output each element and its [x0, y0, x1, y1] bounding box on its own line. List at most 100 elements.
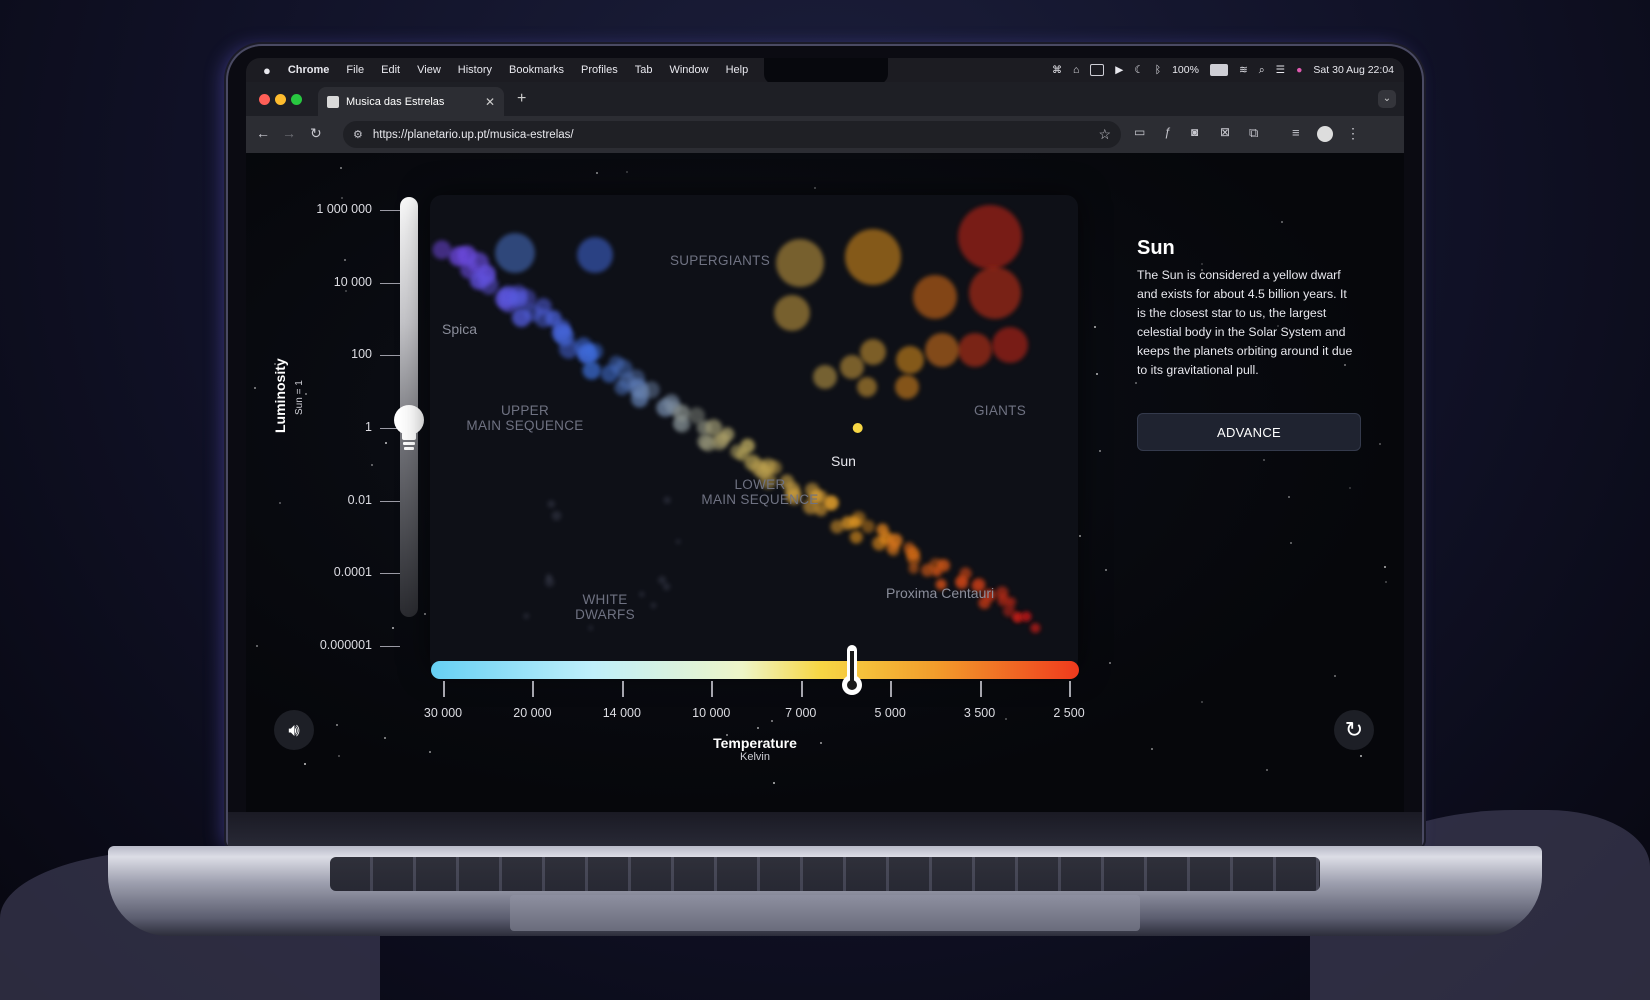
lock-icon[interactable]: ⌂ — [1073, 64, 1079, 76]
back-icon[interactable]: ← — [256, 125, 270, 141]
main-sequence-star[interactable] — [1030, 622, 1041, 634]
main-sequence-star[interactable] — [903, 542, 915, 554]
temperature-slider-track[interactable] — [431, 661, 1079, 679]
giant-star[interactable] — [857, 377, 877, 397]
forward-icon[interactable]: → — [282, 125, 296, 141]
reset-button[interactable]: ↻ — [1334, 710, 1374, 750]
main-sequence-star[interactable] — [479, 275, 499, 295]
white-dwarf-star[interactable] — [675, 539, 681, 545]
selected-star-sun[interactable] — [852, 423, 863, 433]
giant-star[interactable] — [776, 239, 824, 287]
main-sequence-star[interactable] — [750, 459, 768, 476]
main-sequence-star[interactable] — [510, 290, 528, 309]
address-bar[interactable]: ⚙ https://planetario.up.pt/musica-estrel… — [343, 121, 1121, 148]
close-tab-icon[interactable]: ✕ — [485, 95, 495, 109]
main-sequence-star[interactable] — [582, 361, 601, 380]
giant-star[interactable] — [896, 346, 924, 374]
menu-profiles[interactable]: Profiles — [581, 64, 618, 76]
extension-fx-icon[interactable]: ƒ — [1164, 125, 1171, 139]
giant-star[interactable] — [813, 365, 837, 389]
apple-icon[interactable]: ● — [263, 63, 271, 78]
extensions-puzzle-icon[interactable]: ⧉ — [1249, 125, 1258, 141]
menu-edit[interactable]: Edit — [381, 64, 400, 76]
giant-star[interactable] — [958, 333, 992, 367]
giant-star[interactable] — [840, 355, 864, 379]
giant-star[interactable] — [845, 229, 901, 285]
main-sequence-star[interactable] — [876, 523, 889, 536]
media-control-icon[interactable]: ≡ — [1292, 125, 1300, 140]
white-dwarf-star[interactable] — [650, 602, 657, 609]
hr-diagram-plot[interactable]: SUPERGIANTS UPPER MAIN SEQUENCE LOWER MAIN… — [430, 195, 1078, 671]
white-dwarf-star[interactable] — [588, 625, 594, 631]
control-center-icon[interactable]: ☰ — [1276, 64, 1285, 76]
white-dwarf-star[interactable] — [551, 510, 562, 521]
site-info-icon[interactable]: ⚙ — [353, 128, 363, 141]
temperature-slider-handle-thermometer-icon[interactable] — [838, 643, 866, 697]
main-sequence-star[interactable] — [673, 404, 691, 422]
menu-history[interactable]: History — [458, 64, 492, 76]
main-sequence-star[interactable] — [1021, 611, 1032, 622]
main-sequence-star[interactable] — [642, 381, 660, 399]
main-sequence-star[interactable] — [586, 343, 604, 360]
giant-star[interactable] — [774, 295, 810, 331]
menu-app-name[interactable]: Chrome — [288, 64, 330, 76]
main-sequence-star[interactable] — [767, 460, 782, 475]
url-text[interactable]: https://planetario.up.pt/musica-estrelas… — [373, 129, 574, 141]
bluetooth-icon[interactable]: ᛒ — [1155, 64, 1161, 76]
main-sequence-star[interactable] — [1012, 612, 1022, 622]
main-sequence-star[interactable] — [861, 519, 875, 534]
extension-tab-icon[interactable]: ▭ — [1134, 125, 1145, 139]
siri-icon[interactable]: ● — [1296, 64, 1302, 76]
main-sequence-star[interactable] — [432, 240, 452, 260]
menu-extra-icon[interactable]: ⌘ — [1052, 65, 1062, 76]
luminosity-slider-handle-bulb-icon[interactable] — [389, 402, 429, 454]
camera-icon[interactable]: ◙ — [1191, 125, 1198, 139]
white-dwarf-star[interactable] — [523, 613, 530, 619]
sound-button[interactable]: 🔊︎ — [274, 710, 314, 750]
moon-icon[interactable]: ☾ — [1134, 64, 1143, 76]
menu-window[interactable]: Window — [669, 64, 708, 76]
giant-star[interactable] — [969, 267, 1021, 319]
menu-help[interactable]: Help — [726, 64, 749, 76]
main-sequence-star[interactable] — [849, 530, 863, 544]
menu-view[interactable]: View — [417, 64, 441, 76]
giant-star[interactable] — [913, 275, 957, 319]
menu-bookmarks[interactable]: Bookmarks — [509, 64, 564, 76]
main-sequence-star[interactable] — [920, 563, 934, 577]
giant-star[interactable] — [925, 333, 959, 367]
battery-icon[interactable] — [1209, 64, 1228, 76]
tab-search-icon[interactable]: ⌄ — [1378, 90, 1396, 108]
close-window-button[interactable] — [259, 94, 270, 105]
search-icon[interactable]: ⌕ — [1259, 64, 1265, 77]
main-sequence-star[interactable] — [715, 432, 730, 447]
white-dwarf-star[interactable] — [662, 582, 671, 591]
main-sequence-star[interactable] — [886, 540, 899, 553]
menu-file[interactable]: File — [346, 64, 364, 76]
giant-star[interactable] — [495, 233, 535, 273]
main-sequence-star[interactable] — [932, 567, 942, 578]
white-dwarf-star[interactable] — [663, 496, 671, 504]
white-dwarf-star[interactable] — [657, 575, 667, 585]
display-icon[interactable] — [1090, 64, 1105, 76]
bookmark-star-icon[interactable]: ☆ — [1098, 126, 1111, 143]
zoom-window-button[interactable] — [291, 94, 302, 105]
white-dwarf-star[interactable] — [547, 500, 556, 508]
profile-avatar[interactable] — [1317, 126, 1333, 142]
giant-star[interactable] — [958, 205, 1022, 269]
main-sequence-star[interactable] — [908, 563, 919, 574]
minimize-window-button[interactable] — [275, 94, 286, 105]
reload-icon[interactable]: ↻ — [310, 125, 322, 142]
white-dwarf-star[interactable] — [545, 573, 553, 581]
browser-menu-icon[interactable]: ⋮ — [1346, 125, 1360, 142]
giant-star[interactable] — [992, 327, 1028, 363]
main-sequence-star[interactable] — [554, 326, 575, 347]
play-icon[interactable]: ▶ — [1115, 64, 1123, 76]
extension-x-icon[interactable]: ⊠ — [1220, 125, 1230, 139]
wifi-icon[interactable]: ≋ — [1239, 64, 1248, 76]
menu-tab[interactable]: Tab — [635, 64, 653, 76]
giant-star[interactable] — [577, 237, 613, 273]
tab-musica-das-estrelas[interactable]: Musica das Estrelas ✕ — [318, 87, 504, 116]
advance-button[interactable]: ADVANCE — [1137, 413, 1361, 451]
new-tab-button[interactable]: + — [517, 90, 526, 108]
giant-star[interactable] — [895, 375, 919, 399]
